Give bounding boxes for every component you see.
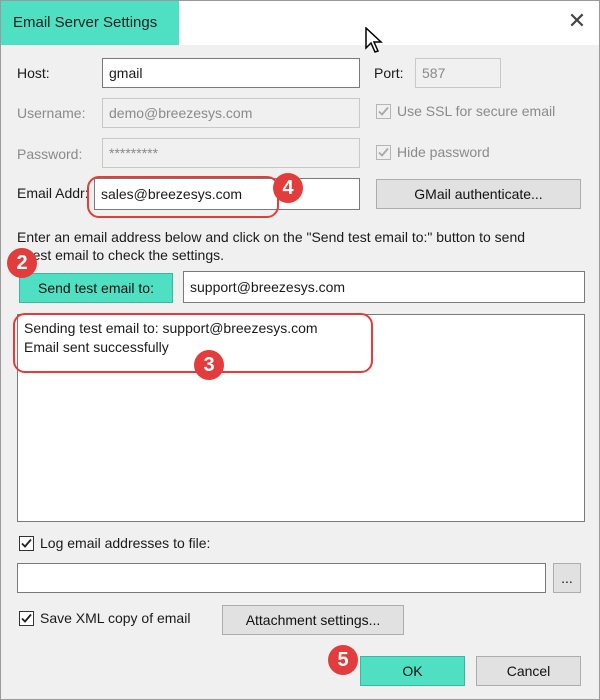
username-label: Username:	[17, 105, 86, 121]
check-icon	[21, 538, 32, 548]
check-icon	[378, 147, 389, 157]
annotation-badge-4: 4	[273, 173, 303, 203]
annotation-badge-3: 3	[194, 350, 224, 380]
send-test-email-button[interactable]: Send test email to:	[19, 273, 173, 303]
instructions-line-1: Enter an email address below and click o…	[17, 229, 526, 245]
gmail-authenticate-button[interactable]: GMail authenticate...	[376, 179, 581, 209]
save-xml-label: Save XML copy of email	[40, 610, 191, 626]
browse-button[interactable]: ...	[553, 563, 581, 593]
close-icon[interactable]: ✕	[567, 10, 587, 32]
ssl-checkbox[interactable]	[376, 104, 391, 119]
window-title: Email Server Settings	[13, 14, 158, 31]
log-to-file-label: Log email addresses to file:	[40, 535, 211, 551]
port-input[interactable]: 587	[415, 58, 501, 88]
ssl-label: Use SSL for secure email	[397, 103, 556, 119]
annotation-outline-email-addr	[87, 176, 279, 218]
hide-password-checkbox[interactable]	[376, 145, 391, 160]
port-label: Port:	[374, 65, 404, 81]
password-input[interactable]: *********	[102, 138, 360, 168]
email-server-settings-dialog: Email Server Settings ✕ Host: gmail Port…	[0, 0, 600, 700]
instructions-line-2: a test email to check the settings.	[17, 247, 224, 263]
mouse-cursor-icon	[365, 27, 383, 53]
cancel-button[interactable]: Cancel	[476, 656, 581, 686]
hide-password-label: Hide password	[397, 144, 490, 160]
check-icon	[378, 106, 389, 116]
log-to-file-checkbox[interactable]	[19, 536, 34, 551]
save-xml-checkbox[interactable]	[19, 611, 34, 626]
username-input[interactable]: demo@breezesys.com	[102, 98, 360, 128]
test-recipient-input[interactable]: support@breezesys.com	[183, 271, 585, 303]
annotation-badge-5: 5	[328, 645, 358, 675]
title-bar: Email Server Settings ✕	[1, 1, 599, 53]
ok-button[interactable]: OK	[360, 656, 465, 686]
check-icon	[21, 613, 32, 623]
annotation-badge-2: 2	[7, 248, 37, 278]
annotation-outline-test-log	[13, 313, 373, 373]
host-label: Host:	[17, 65, 50, 81]
attachment-settings-button[interactable]: Attachment settings...	[222, 605, 404, 635]
password-label: Password:	[17, 146, 83, 162]
email-addr-label: Email Addr:	[17, 185, 89, 201]
host-input[interactable]: gmail	[102, 58, 360, 88]
log-file-path-input[interactable]	[17, 563, 546, 593]
